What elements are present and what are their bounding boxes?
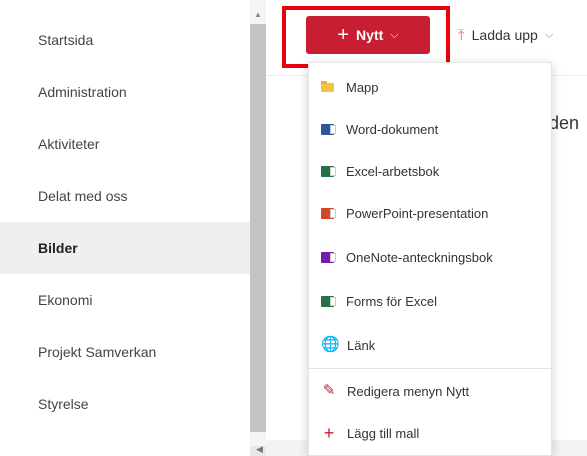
sidebar-item-label: Delat med oss bbox=[38, 188, 128, 204]
sidebar-item-styrelse[interactable]: Styrelse bbox=[0, 378, 250, 430]
menu-item-label: Word-dokument bbox=[346, 121, 439, 137]
menu-item-label: Forms för Excel bbox=[346, 293, 438, 309]
left-navigation: Startsida Administration Aktiviteter Del… bbox=[0, 0, 250, 456]
sidebar-item-label: Administration bbox=[38, 84, 127, 100]
menu-item-powerpoint[interactable]: PowerPoint-presentation bbox=[309, 193, 551, 233]
scroll-left-arrow-icon[interactable]: ◀ bbox=[256, 444, 263, 455]
plus-icon: + bbox=[323, 423, 335, 443]
menu-item-forms-for-excel[interactable]: Forms för Excel bbox=[309, 281, 551, 321]
menu-item-label: Mapp bbox=[346, 79, 379, 95]
word-icon bbox=[321, 123, 336, 135]
pencil-icon: ✎ bbox=[322, 382, 336, 399]
sidebar-item-label: Bilder bbox=[38, 240, 78, 256]
sharepoint-page: Startsida Administration Aktiviteter Del… bbox=[0, 0, 587, 456]
menu-item-folder[interactable]: Mapp bbox=[309, 67, 551, 107]
sidebar-item-projekt-samverkan[interactable]: Projekt Samverkan bbox=[0, 326, 250, 378]
sidebar-item-label: Styrelse bbox=[38, 396, 89, 412]
menu-item-onenote[interactable]: OneNote-anteckningsbok bbox=[309, 237, 551, 277]
sidebar-item-delat-med-oss[interactable]: Delat med oss bbox=[0, 170, 250, 222]
new-button-highlight bbox=[282, 6, 450, 68]
menu-item-excel-workbook[interactable]: Excel-arbetsbok bbox=[309, 151, 551, 191]
sidebar-item-administration[interactable]: Administration bbox=[0, 66, 250, 118]
sidebar-item-startsida[interactable]: Startsida bbox=[0, 14, 250, 66]
chevron-down-icon: ⌵ bbox=[544, 28, 554, 41]
sidebar-item-label: Aktiviteter bbox=[38, 136, 100, 152]
upload-button[interactable]: ⤒ Ladda upp ⌵ bbox=[458, 20, 553, 50]
sidebar-item-bilder[interactable]: Bilder bbox=[0, 222, 250, 274]
menu-item-word-document[interactable]: Word-dokument bbox=[309, 109, 551, 149]
powerpoint-icon bbox=[321, 207, 336, 219]
sidebar-item-ekonomi[interactable]: Ekonomi bbox=[0, 274, 250, 326]
sidebar-scrollbar-thumb[interactable] bbox=[250, 24, 266, 432]
menu-item-label: Lägg till mall bbox=[347, 425, 420, 441]
sidebar-item-aktiviteter[interactable]: Aktiviteter bbox=[0, 118, 250, 170]
menu-item-add-template[interactable]: + Lägg till mall bbox=[309, 413, 551, 453]
menu-item-edit-new-menu[interactable]: ✎ Redigera menyn Nytt bbox=[309, 371, 551, 411]
page-title: den bbox=[549, 113, 580, 133]
menu-item-link[interactable]: 🌐 Länk bbox=[309, 325, 551, 365]
onenote-icon bbox=[321, 251, 336, 263]
sidebar-item-label: Ekonomi bbox=[38, 292, 93, 308]
menu-item-label: Länk bbox=[347, 337, 376, 353]
menu-item-label: PowerPoint-presentation bbox=[346, 205, 489, 221]
forms-icon bbox=[321, 295, 336, 307]
menu-item-label: Excel-arbetsbok bbox=[346, 163, 440, 179]
excel-icon bbox=[321, 165, 336, 177]
folder-icon bbox=[321, 80, 334, 92]
menu-divider bbox=[309, 368, 551, 369]
upload-button-label: Ladda upp bbox=[471, 27, 538, 43]
sidebar-item-label: Projekt Samverkan bbox=[38, 344, 157, 360]
upload-arrow-icon: ⤒ bbox=[458, 26, 465, 44]
link-icon: 🌐 bbox=[321, 336, 340, 353]
menu-item-label: OneNote-anteckningsbok bbox=[346, 249, 493, 265]
scroll-up-arrow-icon[interactable]: ▲ bbox=[250, 8, 266, 22]
sidebar-item-label: Startsida bbox=[38, 32, 94, 48]
menu-item-label: Redigera menyn Nytt bbox=[347, 383, 470, 399]
new-dropdown-menu: Mapp Word-dokument Excel-arbetsbok Power… bbox=[308, 62, 552, 456]
